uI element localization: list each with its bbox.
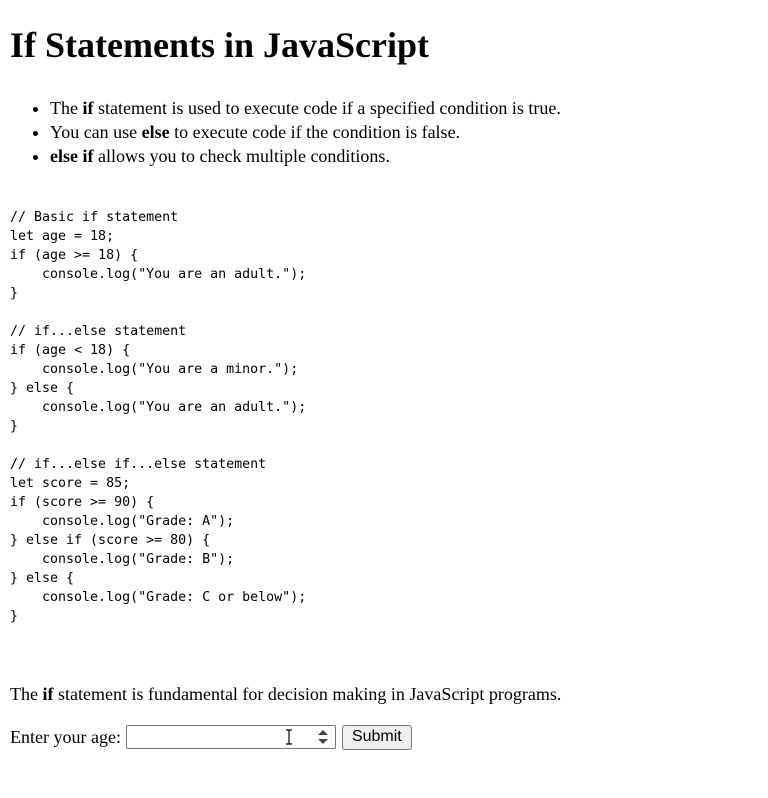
code-example-block: // Basic if statement let age = 18; if (… (10, 210, 307, 624)
summary-keyword: if (42, 684, 54, 704)
bullet-item: You can use else to execute code if the … (50, 120, 760, 144)
bullet-text: allows you to check multiple conditions. (93, 146, 390, 166)
bullet-keyword: else (141, 122, 170, 142)
submit-button[interactable]: Submit (341, 724, 412, 750)
page-title: If Statements in JavaScript (10, 25, 429, 65)
summary-text: statement is fundamental for decision ma… (53, 684, 562, 704)
spinner-arrows-icon[interactable] (317, 729, 329, 745)
bullet-text: to execute code if the condition is fals… (169, 122, 461, 142)
page-content: If Statements in JavaScript The if state… (10, 0, 760, 751)
bullet-item: else if allows you to check multiple con… (50, 144, 760, 168)
bullet-keyword: else if (50, 146, 94, 166)
bullet-item: The if statement is used to execute code… (50, 96, 760, 120)
age-input-box[interactable] (125, 725, 336, 751)
summary-text: The (10, 684, 43, 704)
text-cursor-icon (285, 729, 292, 745)
info-bullet-list: The if statement is used to execute code… (10, 96, 760, 168)
bullet-text: statement is used to execute code if a s… (93, 98, 561, 118)
bullet-text: You can use (50, 122, 142, 142)
age-form: Enter your age: Submit (10, 724, 760, 751)
age-label: Enter your age: (10, 727, 121, 747)
summary-paragraph: The if statement is fundamental for deci… (10, 682, 760, 706)
bullet-text: The (50, 98, 83, 118)
bullet-keyword: if (82, 98, 94, 118)
